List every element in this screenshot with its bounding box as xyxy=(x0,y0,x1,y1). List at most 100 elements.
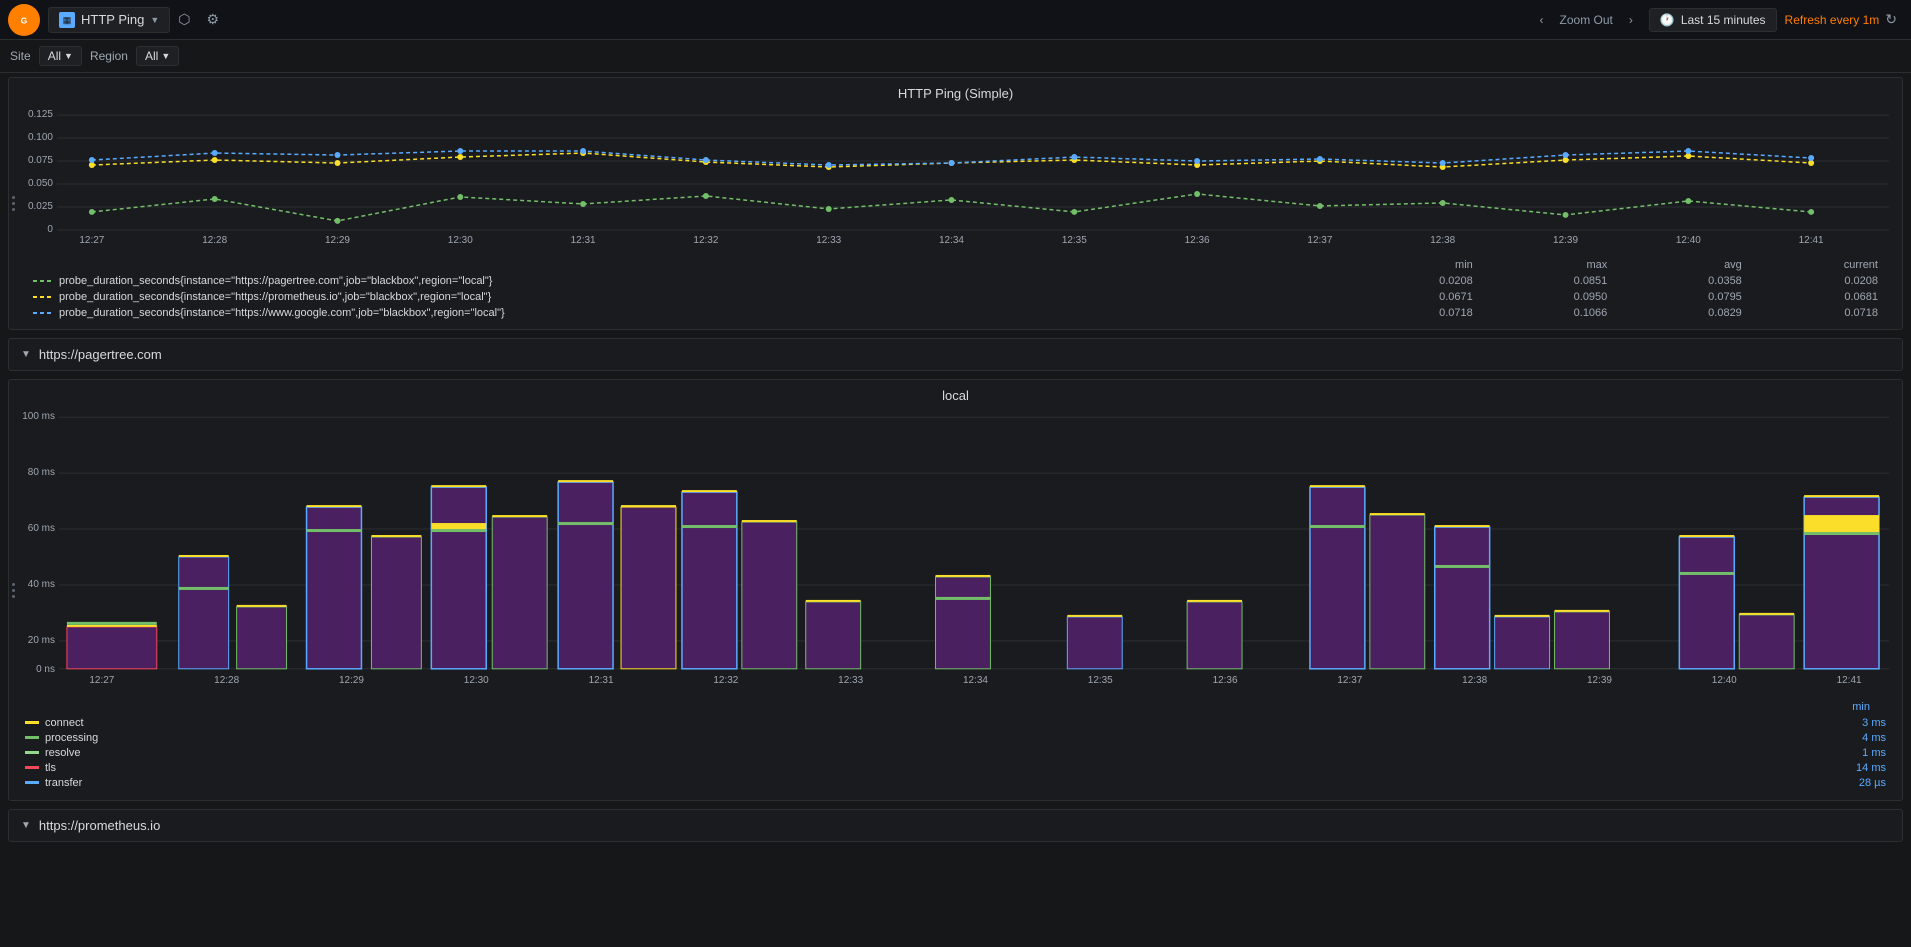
svg-text:0.050: 0.050 xyxy=(28,178,53,189)
section-title-prometheus: https://prometheus.io xyxy=(39,818,160,833)
refresh-button[interactable]: ↻ xyxy=(1879,7,1903,32)
google-avg: 0.0829 xyxy=(1615,305,1750,321)
prometheus-section-header[interactable]: ▼ https://prometheus.io xyxy=(8,809,1903,842)
pagertree-min: 0.0208 xyxy=(1346,273,1481,289)
svg-text:100 ms: 100 ms xyxy=(22,411,55,422)
time-range-label: Last 15 minutes xyxy=(1681,13,1766,27)
svg-text:12:32: 12:32 xyxy=(693,235,718,245)
time-range-picker[interactable]: 🕐 Last 15 minutes xyxy=(1649,8,1777,32)
svg-text:12:34: 12:34 xyxy=(939,235,964,245)
bar-9a-c xyxy=(1067,615,1122,617)
bar-5b-c xyxy=(621,505,676,507)
google-current: 0.0718 xyxy=(1750,305,1886,321)
zoom-out-right-button[interactable]: › xyxy=(1621,9,1641,31)
bar-6a-p xyxy=(682,525,737,528)
bar-connect-4a xyxy=(431,485,486,487)
stacked-legend: min connect 3 ms processing 4 ms resolve… xyxy=(9,695,1902,800)
connect-color xyxy=(25,721,39,725)
settings-button[interactable]: ⚙ xyxy=(199,5,228,34)
zoom-out-left-button[interactable]: ‹ xyxy=(1532,9,1552,31)
legend-label-pagertree: probe_duration_seconds{instance="https:/… xyxy=(59,275,492,287)
svg-text:12:29: 12:29 xyxy=(339,675,364,686)
svg-text:12:28: 12:28 xyxy=(202,235,227,245)
section-collapse-icon-2: ▼ xyxy=(21,820,31,831)
main-content: HTTP Ping (Simple) 0.125 0.100 0.075 0.0… xyxy=(0,73,1911,854)
bar-4b-c xyxy=(492,515,547,517)
clock-icon: 🕐 xyxy=(1660,13,1675,27)
legend-item-tls: tls 14 ms xyxy=(25,762,1886,774)
svg-text:12:33: 12:33 xyxy=(816,235,841,245)
bar-13a xyxy=(1555,612,1610,669)
svg-text:12:34: 12:34 xyxy=(963,675,988,686)
svg-text:12:36: 12:36 xyxy=(1185,235,1210,245)
bar-5a-c xyxy=(558,480,613,482)
resolve-min: 1 ms xyxy=(1826,747,1886,759)
svg-text:12:31: 12:31 xyxy=(589,675,614,686)
bar-8a-p xyxy=(936,597,991,600)
local-chart-area: 100 ms 80 ms 60 ms 40 ms 20 ms 0 ns 12:2… xyxy=(9,407,1902,695)
region-filter-button[interactable]: All ▼ xyxy=(136,46,179,66)
bar-15a-c xyxy=(1804,495,1879,497)
svg-text:12:28: 12:28 xyxy=(214,675,239,686)
svg-text:12:27: 12:27 xyxy=(89,675,114,686)
bar-5b xyxy=(621,507,676,669)
svg-text:12:41: 12:41 xyxy=(1799,235,1824,245)
site-filter-button[interactable]: All ▼ xyxy=(39,46,82,66)
bar-5a xyxy=(558,482,613,669)
bar-15a-tls xyxy=(1804,515,1879,532)
svg-text:12:35: 12:35 xyxy=(1062,235,1087,245)
legend-min-header: min xyxy=(1346,257,1481,273)
zoom-out-label: Zoom Out xyxy=(1560,13,1613,27)
bar-processing-2a xyxy=(179,587,229,590)
grafana-logo[interactable]: G xyxy=(8,4,40,36)
svg-text:12:30: 12:30 xyxy=(464,675,489,686)
pagertree-avg: 0.0358 xyxy=(1615,273,1750,289)
save-button[interactable]: ⬡ xyxy=(170,5,198,34)
bar-transfer-2a xyxy=(179,557,229,669)
simple-chart-svg: 0.125 0.100 0.075 0.050 0.025 0 12:27 12… xyxy=(17,105,1894,245)
bar-8a xyxy=(936,577,991,669)
zoom-out-button[interactable]: Zoom Out xyxy=(1552,9,1621,31)
filter-bar: Site All ▼ Region All ▼ xyxy=(0,40,1911,73)
section-title-pagertree: https://pagertree.com xyxy=(39,347,162,362)
bar-15a-p xyxy=(1804,532,1879,535)
bar-12a-c xyxy=(1435,525,1490,527)
refresh-label[interactable]: Refresh every 1m xyxy=(1785,13,1880,27)
panel-title: HTTP Ping (Simple) xyxy=(9,78,1902,105)
bar-tls-2b xyxy=(237,607,287,669)
svg-text:40 ms: 40 ms xyxy=(28,579,55,590)
bar-8a-c xyxy=(936,575,991,577)
legend-item-transfer: transfer 28 µs xyxy=(25,777,1886,789)
bar-tls-4a xyxy=(431,523,486,529)
legend-label-google: probe_duration_seconds{instance="https:/… xyxy=(59,307,505,319)
svg-text:80 ms: 80 ms xyxy=(28,467,55,478)
bar-6a xyxy=(682,492,737,669)
tls-min: 14 ms xyxy=(1826,762,1886,774)
bar-5a-p xyxy=(558,522,613,525)
dashboard-title-button[interactable]: ▦ HTTP Ping ▼ xyxy=(48,7,170,33)
simple-chart-area: 0.125 0.100 0.075 0.050 0.025 0 12:27 12… xyxy=(9,105,1902,253)
bar-11b xyxy=(1370,515,1425,669)
svg-text:20 ms: 20 ms xyxy=(28,635,55,646)
pagertree-legend-color xyxy=(33,278,53,284)
bar-14a-c xyxy=(1679,535,1734,537)
bar-12b-c xyxy=(1495,615,1550,617)
svg-text:0.100: 0.100 xyxy=(28,132,53,143)
chevron-down-icon: ▼ xyxy=(64,51,73,61)
connect-label: connect xyxy=(45,717,1820,729)
prometheus-current: 0.0681 xyxy=(1750,289,1886,305)
pagertree-section-header[interactable]: ▼ https://pagertree.com xyxy=(8,338,1903,371)
connect-min: 3 ms xyxy=(1826,717,1886,729)
bar-6a-c xyxy=(682,490,737,492)
legend-current-header: current xyxy=(1750,257,1886,273)
legend-item-connect: connect 3 ms xyxy=(25,717,1886,729)
svg-text:12:38: 12:38 xyxy=(1462,675,1487,686)
svg-text:12:36: 12:36 xyxy=(1213,675,1238,686)
svg-text:12:37: 12:37 xyxy=(1307,235,1332,245)
bar-connect-1 xyxy=(67,625,157,627)
svg-text:G: G xyxy=(21,15,27,25)
top-nav: G ▦ HTTP Ping ▼ ⬡ ⚙ ‹ Zoom Out › 🕐 Last … xyxy=(0,0,1911,40)
svg-text:12:40: 12:40 xyxy=(1712,675,1737,686)
svg-text:12:33: 12:33 xyxy=(838,675,863,686)
chevron-down-icon: ▼ xyxy=(150,15,159,25)
